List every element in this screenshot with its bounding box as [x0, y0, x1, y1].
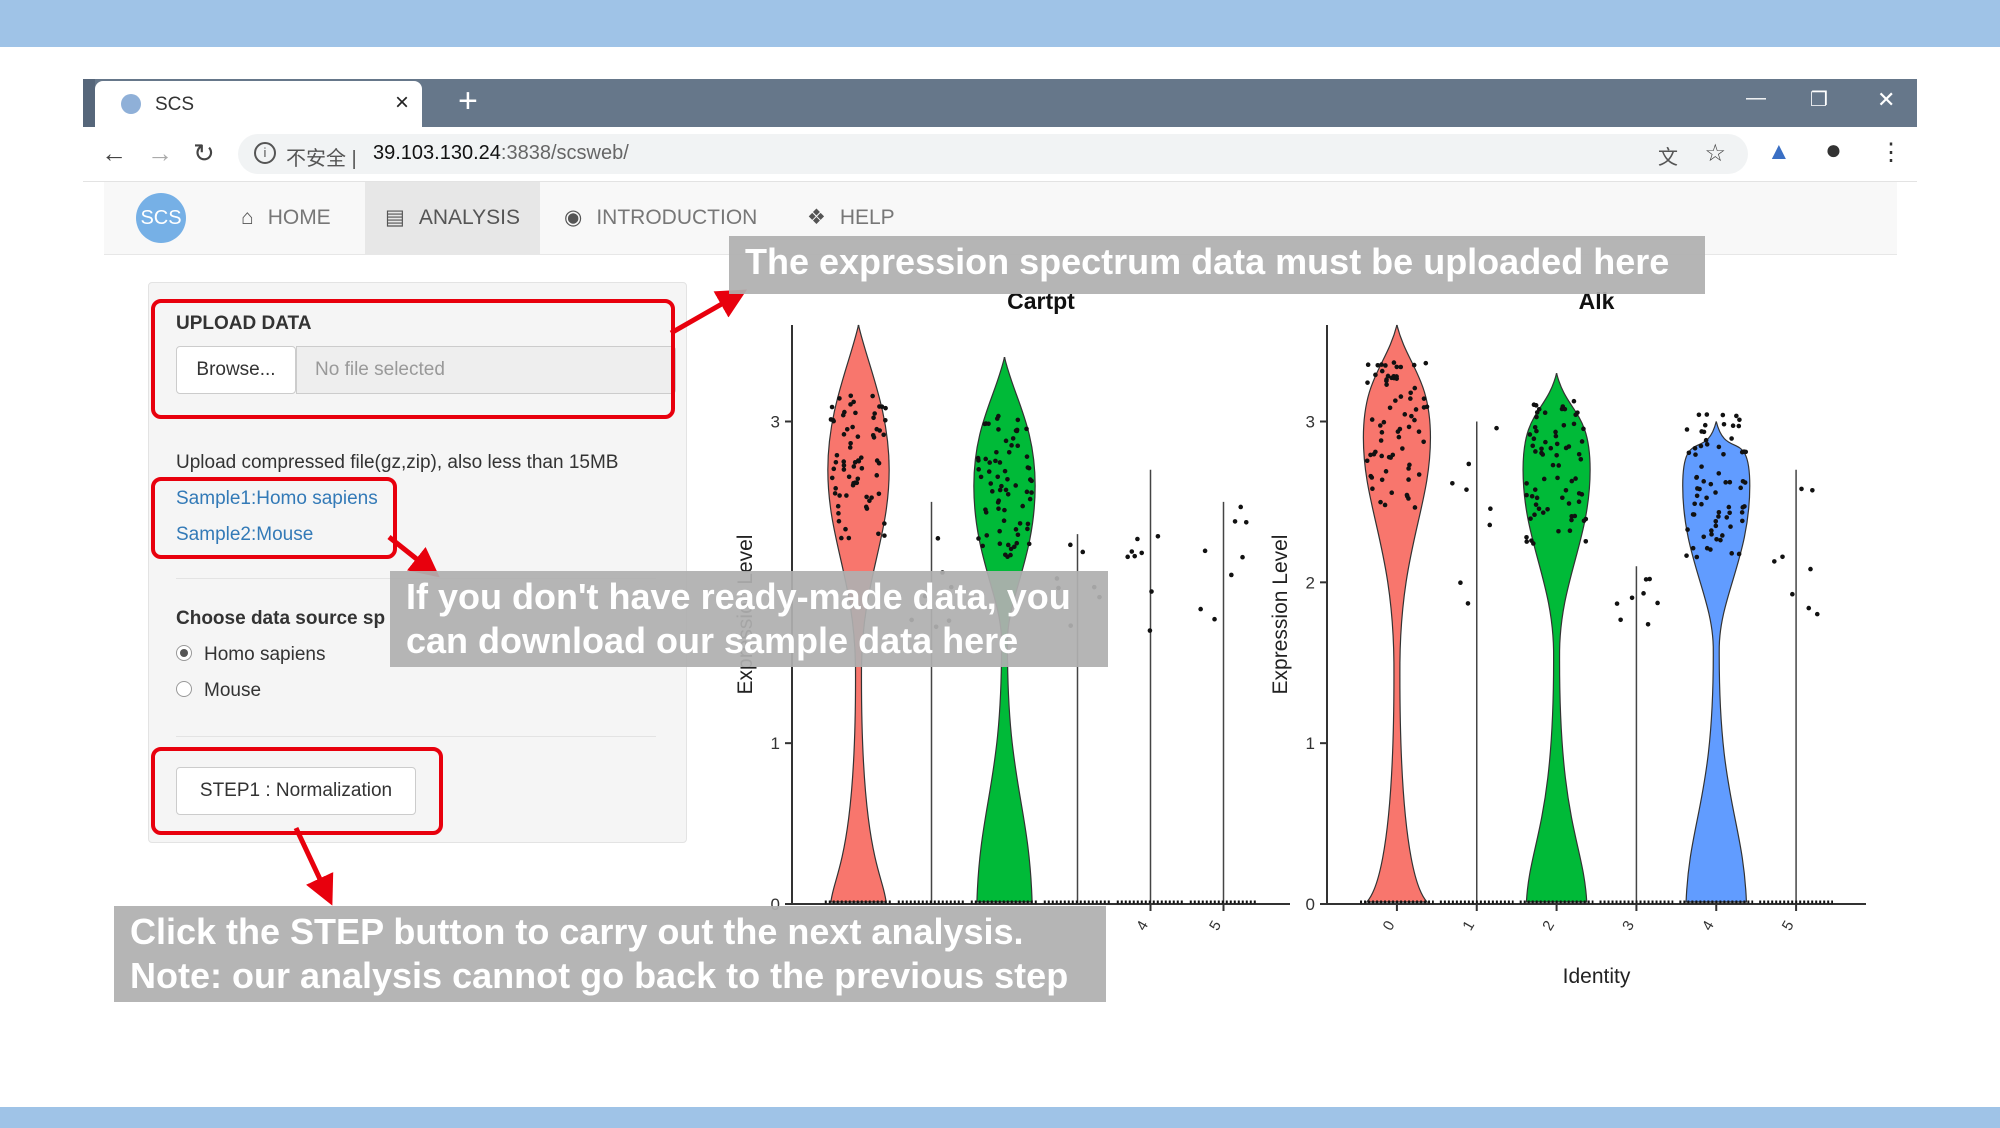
sample-callout: If you don't have ready-made data, you c…: [390, 571, 1108, 667]
sample-callout-line2: can download our sample data here: [406, 620, 1019, 661]
bottom-banner: [0, 1107, 2000, 1128]
step-callout-line2: Note: our analysis cannot go back to the…: [130, 955, 1069, 996]
step-callout-line1: Click the STEP button to carry out the n…: [130, 911, 1024, 952]
step-callout: Click the STEP button to carry out the n…: [114, 906, 1106, 1002]
step-arrow: [293, 826, 334, 906]
samples-arrow: [387, 535, 440, 578]
sample-callout-line1: If you don't have ready-made data, you: [406, 576, 1071, 617]
upload-arrow: [669, 289, 748, 336]
upload-callout: The expression spectrum data must be upl…: [729, 236, 1705, 294]
